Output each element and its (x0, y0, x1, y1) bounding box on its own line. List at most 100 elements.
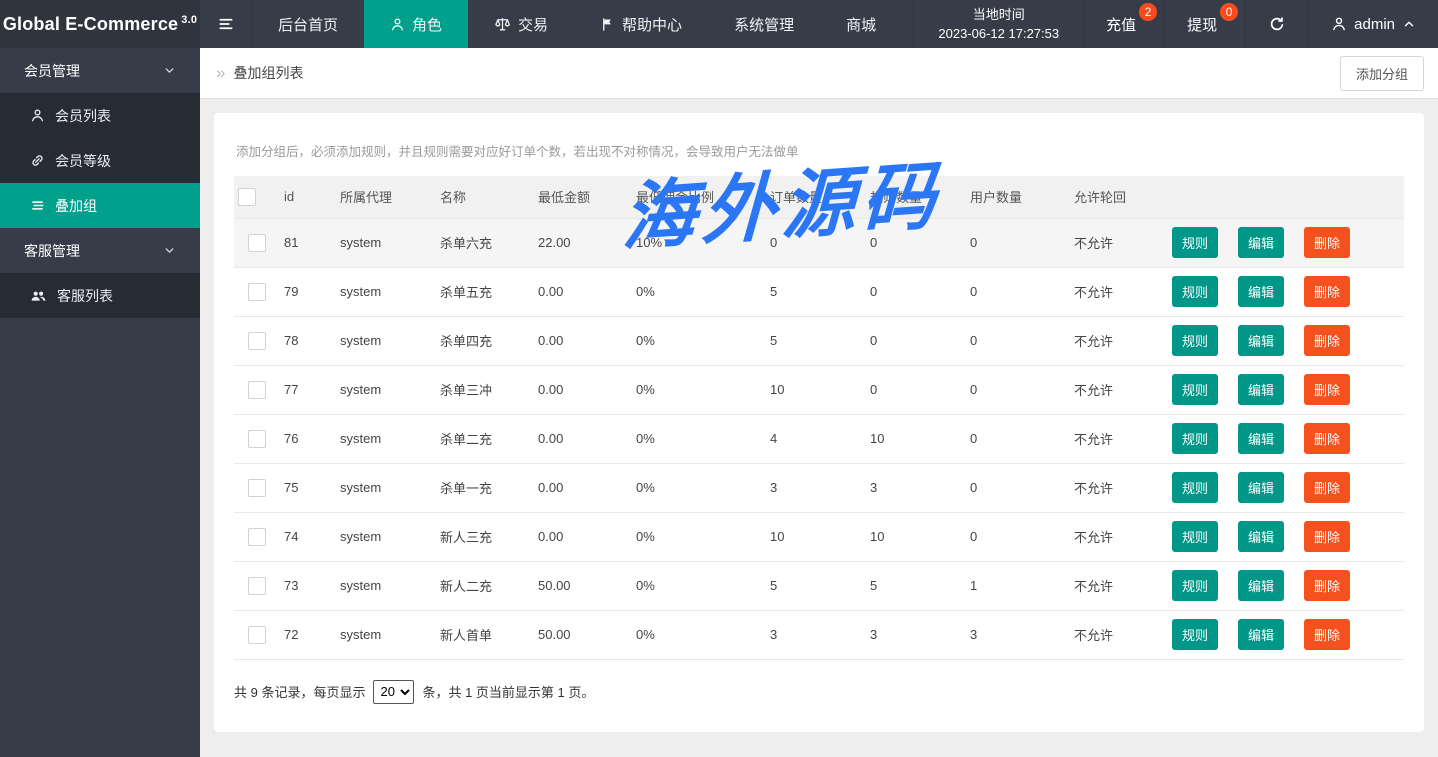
table-header: id所属代理名称最低金额最低佣金比例订单数量规则数量用户数量允许轮回 (234, 176, 1404, 218)
withdraw-button[interactable]: 提现 0 (1165, 0, 1246, 48)
rules-button[interactable]: 规则 (1172, 423, 1218, 454)
nav-item-后台首页[interactable]: 后台首页 (252, 0, 364, 48)
sidebar-item-会员等级[interactable]: 会员等级 (0, 138, 200, 183)
withdraw-badge: 0 (1220, 3, 1238, 21)
delete-button[interactable]: 删除 (1304, 619, 1350, 650)
rules-button[interactable]: 规则 (1172, 374, 1218, 405)
cell-agent: system (336, 414, 436, 463)
nav-item-角色[interactable]: 角色 (364, 0, 468, 48)
cell-min_amount: 0.00 (534, 463, 632, 512)
cell-min_commission: 0% (632, 267, 766, 316)
cell-users: 1 (966, 561, 1070, 610)
nav-item-系统管理[interactable]: 系统管理 (708, 0, 820, 48)
edit-button[interactable]: 编辑 (1238, 374, 1284, 405)
edit-button[interactable]: 编辑 (1238, 276, 1284, 307)
row-checkbox[interactable] (248, 430, 266, 448)
pagination-suffix: 条，共 1 页当前显示第 1 页。 (422, 682, 594, 701)
cell-rules: 0 (866, 365, 966, 414)
nav-item-label: 系统管理 (734, 14, 794, 35)
cell-agent: system (336, 463, 436, 512)
cell-loop: 不允许 (1070, 365, 1168, 414)
row-checkbox[interactable] (248, 234, 266, 252)
delete-button[interactable]: 删除 (1304, 472, 1350, 503)
recharge-button[interactable]: 充值 2 (1084, 0, 1165, 48)
column-header: 最低金额 (534, 176, 632, 218)
select-all-checkbox[interactable] (238, 188, 256, 206)
row-checkbox[interactable] (248, 332, 266, 350)
sidebar-item-会员列表[interactable]: 会员列表 (0, 93, 200, 138)
cell-min_commission: 0% (632, 463, 766, 512)
rules-button[interactable]: 规则 (1172, 276, 1218, 307)
user-icon (390, 17, 405, 32)
user-menu[interactable]: admin (1309, 0, 1438, 48)
chevron-up-icon (1402, 17, 1416, 31)
rules-button[interactable]: 规则 (1172, 227, 1218, 258)
cell-name: 杀单六充 (436, 218, 534, 267)
delete-button[interactable]: 删除 (1304, 521, 1350, 552)
sidebar-toggle-button[interactable] (200, 0, 252, 48)
sidebar-item-label: 客服列表 (57, 286, 113, 306)
sidebar-group-label: 客服管理 (24, 241, 80, 261)
navbar-right: 当地时间 2023-06-12 17:27:53 充值 2 提现 0 admin (913, 0, 1438, 48)
cell-name: 新人二充 (436, 561, 534, 610)
double-chevron-icon: » (216, 63, 225, 83)
cell-loop: 不允许 (1070, 218, 1168, 267)
delete-button[interactable]: 删除 (1304, 276, 1350, 307)
edit-button[interactable]: 编辑 (1238, 325, 1284, 356)
row-checkbox[interactable] (248, 283, 266, 301)
rules-button[interactable]: 规则 (1172, 325, 1218, 356)
edit-button[interactable]: 编辑 (1238, 472, 1284, 503)
delete-button[interactable]: 删除 (1304, 423, 1350, 454)
row-checkbox[interactable] (248, 381, 266, 399)
nav-item-商城[interactable]: 商城 (820, 0, 902, 48)
nav-item-label: 角色 (412, 14, 442, 35)
edit-button[interactable]: 编辑 (1238, 619, 1284, 650)
list-icon (30, 198, 45, 213)
actions-cell: 规则编辑删除 (1168, 463, 1404, 512)
sidebar-group-客服管理[interactable]: 客服管理 (0, 228, 200, 273)
cell-id: 78 (280, 316, 336, 365)
navbar-menu: 后台首页 角色 交易 帮助中心 系统管理 商城 (252, 0, 902, 48)
row-checkbox[interactable] (248, 528, 266, 546)
cell-loop: 不允许 (1070, 610, 1168, 659)
rules-button[interactable]: 规则 (1172, 619, 1218, 650)
row-checkbox[interactable] (248, 626, 266, 644)
pagination-prefix: 共 9 条记录，每页显示 (234, 682, 365, 701)
rules-button[interactable]: 规则 (1172, 472, 1218, 503)
nav-item-帮助中心[interactable]: 帮助中心 (574, 0, 708, 48)
cell-id: 72 (280, 610, 336, 659)
cell-rules: 3 (866, 463, 966, 512)
sidebar-item-叠加组[interactable]: 叠加组 (0, 183, 200, 228)
cell-orders: 0 (766, 218, 866, 267)
edit-button[interactable]: 编辑 (1238, 521, 1284, 552)
row-checkbox[interactable] (248, 577, 266, 595)
rules-button[interactable]: 规则 (1172, 521, 1218, 552)
nav-item-label: 帮助中心 (622, 14, 682, 35)
nav-item-交易[interactable]: 交易 (468, 0, 574, 48)
nav-item-label: 后台首页 (278, 14, 338, 35)
sidebar-group-会员管理[interactable]: 会员管理 (0, 48, 200, 93)
cell-orders: 3 (766, 463, 866, 512)
refresh-button[interactable] (1246, 0, 1309, 48)
cell-users: 0 (966, 365, 1070, 414)
actions-cell: 规则编辑删除 (1168, 218, 1404, 267)
delete-button[interactable]: 删除 (1304, 227, 1350, 258)
actions-cell: 规则编辑删除 (1168, 267, 1404, 316)
rules-button[interactable]: 规则 (1172, 570, 1218, 601)
breadcrumb: » 叠加组列表 添加分组 (200, 48, 1438, 99)
edit-button[interactable]: 编辑 (1238, 423, 1284, 454)
nav-item-label: 交易 (518, 14, 548, 35)
sidebar-item-客服列表[interactable]: 客服列表 (0, 273, 200, 318)
edit-button[interactable]: 编辑 (1238, 570, 1284, 601)
cell-agent: system (336, 610, 436, 659)
delete-button[interactable]: 删除 (1304, 374, 1350, 405)
page-size-select[interactable]: 20 (373, 680, 414, 704)
edit-button[interactable]: 编辑 (1238, 227, 1284, 258)
cell-users: 3 (966, 610, 1070, 659)
delete-button[interactable]: 删除 (1304, 325, 1350, 356)
cell-users: 0 (966, 316, 1070, 365)
delete-button[interactable]: 删除 (1304, 570, 1350, 601)
table-body: 81system杀单六充22.0010%000不允许规则编辑删除79system… (234, 218, 1404, 659)
add-group-button[interactable]: 添加分组 (1340, 56, 1424, 91)
row-checkbox[interactable] (248, 479, 266, 497)
